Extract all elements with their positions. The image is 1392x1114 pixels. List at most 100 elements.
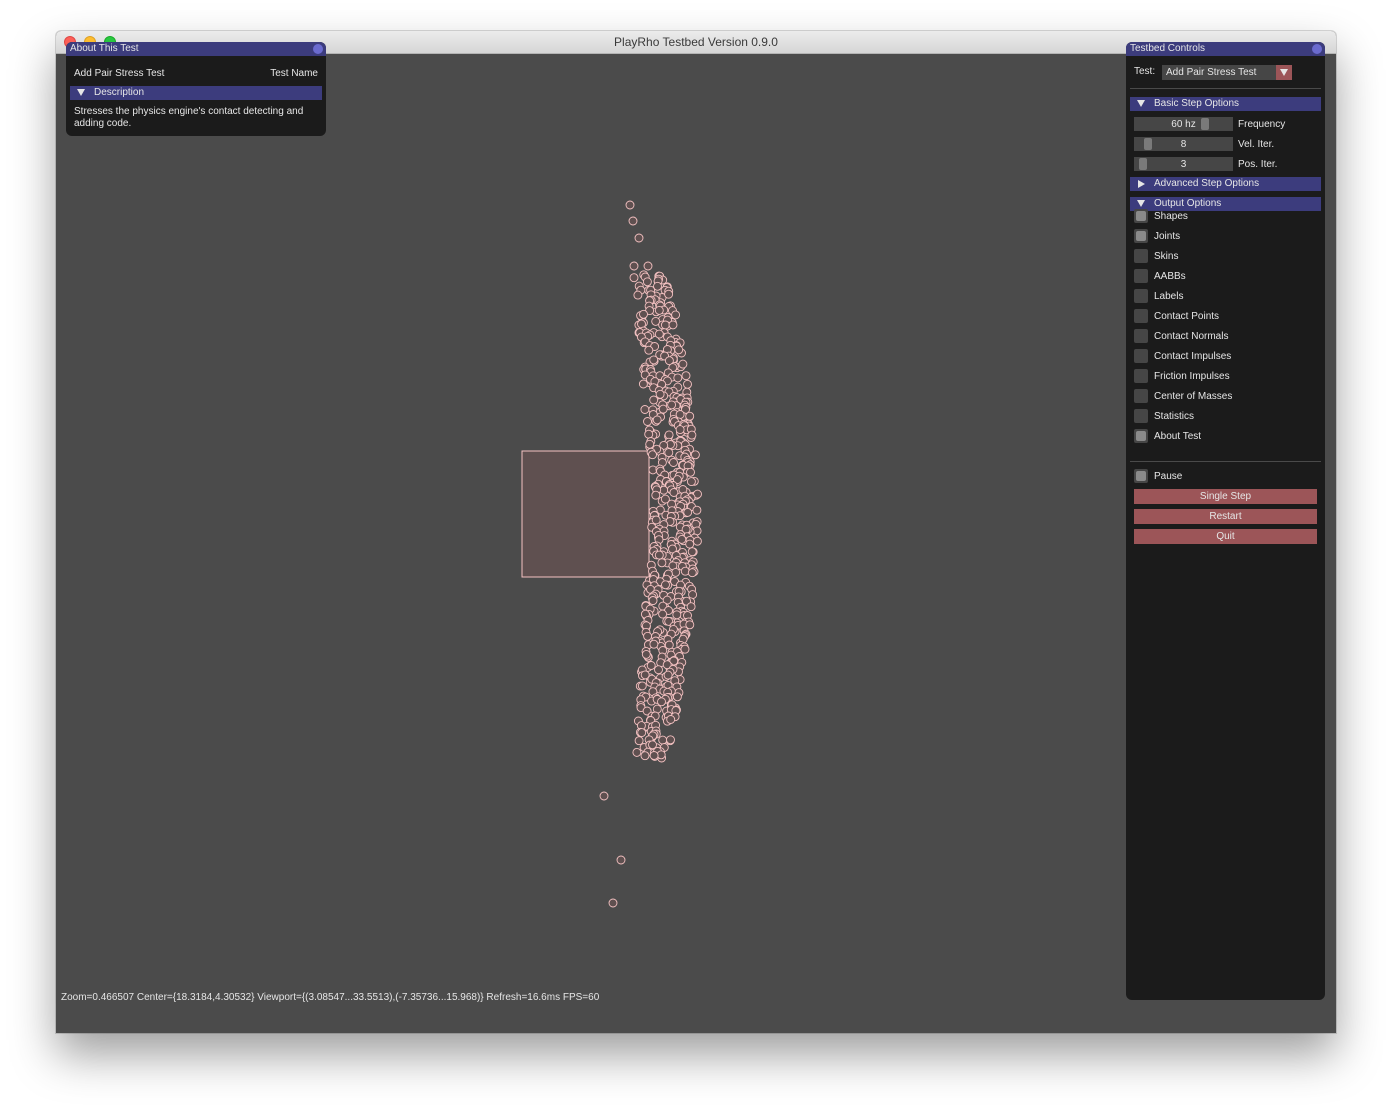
ball: [666, 735, 675, 745]
output-option-label: Skins: [1154, 251, 1179, 262]
ball: [644, 429, 654, 439]
ball: [638, 379, 648, 389]
ball: [652, 415, 662, 425]
ball: [637, 681, 647, 691]
slider-grab[interactable]: [1144, 138, 1152, 150]
about-test-panel: About This Test Add Pair Stress Test Tes…: [66, 42, 326, 136]
ball: [669, 458, 678, 467]
output-option-checkbox[interactable]: [1134, 389, 1148, 403]
ball: [657, 558, 667, 568]
ball: [672, 610, 682, 620]
ball: [629, 261, 639, 271]
advanced-step-options-header[interactable]: Advanced Step Options: [1130, 177, 1321, 191]
ball: [677, 534, 687, 544]
ball: [674, 345, 684, 355]
ball: [654, 329, 664, 339]
ball: [634, 233, 644, 243]
output-option-checkbox[interactable]: [1134, 429, 1148, 443]
ball: [661, 580, 670, 590]
output-option-checkbox[interactable]: [1134, 309, 1148, 323]
output-option-checkbox[interactable]: [1134, 409, 1148, 423]
ball: [683, 507, 693, 517]
about-panel-collapse-button[interactable]: [313, 44, 323, 54]
ball: [632, 747, 642, 757]
output-option-label: Contact Impulses: [1154, 351, 1232, 362]
basic-step-options-header[interactable]: Basic Step Options: [1130, 97, 1321, 111]
restart-button[interactable]: Restart: [1134, 509, 1317, 524]
pos-iter-slider[interactable]: 3: [1134, 157, 1233, 171]
about-panel-title[interactable]: About This Test: [66, 42, 326, 56]
ball: [681, 371, 691, 381]
ball: [649, 395, 659, 405]
ball: [649, 355, 659, 365]
ball: [685, 411, 695, 421]
testbed-controls-panel: Testbed Controls Test: Add Pair Stress T…: [1126, 42, 1325, 1000]
ball: [660, 320, 670, 330]
pos-iter-label: Pos. Iter.: [1238, 159, 1278, 170]
ball: [639, 309, 648, 319]
ball: [671, 567, 681, 577]
output-option-checkbox[interactable]: [1134, 229, 1148, 243]
output-option-checkbox[interactable]: [1134, 209, 1148, 223]
ball: [657, 697, 666, 707]
ball: [651, 515, 661, 525]
ball: [672, 692, 682, 702]
ball: [649, 639, 659, 649]
divider: [1130, 88, 1321, 89]
output-option-checkbox[interactable]: [1134, 329, 1148, 343]
ball: [685, 539, 695, 549]
ball: [664, 640, 674, 650]
ball: [690, 450, 700, 460]
output-option-checkbox[interactable]: [1134, 369, 1148, 383]
ball: [680, 644, 690, 654]
ball: [649, 751, 659, 760]
frequency-slider[interactable]: 60 hz: [1134, 117, 1233, 131]
output-option-label: Shapes: [1154, 211, 1188, 222]
advanced-step-options-label: Advanced Step Options: [1154, 178, 1260, 189]
slider-grab[interactable]: [1201, 118, 1209, 130]
output-options-header[interactable]: Output Options: [1130, 197, 1321, 211]
ball: [686, 477, 696, 487]
ball: [641, 649, 651, 659]
ball: [625, 200, 635, 210]
ball: [692, 505, 702, 515]
dropdown-arrow-icon[interactable]: [1276, 65, 1292, 80]
ball: [646, 661, 656, 670]
test-select[interactable]: Add Pair Stress Test: [1162, 65, 1292, 80]
ball: [683, 379, 692, 389]
ball: [644, 345, 654, 355]
ball: [686, 467, 695, 477]
ball: [608, 898, 618, 908]
test-name-value: Add Pair Stress Test: [74, 68, 165, 79]
controls-panel-collapse-button[interactable]: [1312, 44, 1322, 54]
ball: [648, 596, 658, 606]
ball: [633, 290, 643, 300]
output-option-checkbox[interactable]: [1134, 349, 1148, 363]
ball: [655, 389, 665, 399]
output-option-checkbox[interactable]: [1134, 249, 1148, 263]
vel-iter-slider[interactable]: 8: [1134, 137, 1233, 151]
description-text: Stresses the physics engine's contact de…: [74, 106, 304, 129]
pause-checkbox[interactable]: [1134, 469, 1148, 483]
chevron-down-icon: [1137, 100, 1145, 107]
output-option-checkbox[interactable]: [1134, 289, 1148, 303]
output-option-label: AABBs: [1154, 271, 1186, 282]
test-select-value: Add Pair Stress Test: [1166, 67, 1257, 78]
slider-grab[interactable]: [1139, 158, 1147, 170]
ball: [643, 261, 653, 271]
ball: [673, 373, 683, 383]
ball: [663, 670, 673, 680]
single-step-button[interactable]: Single Step: [1134, 489, 1317, 504]
ball: [658, 735, 668, 745]
output-option-checkbox[interactable]: [1134, 269, 1148, 283]
chevron-down-icon: [77, 89, 85, 96]
ball: [640, 405, 650, 414]
controls-panel-title[interactable]: Testbed Controls: [1126, 42, 1325, 56]
output-option-label: Contact Points: [1154, 311, 1220, 322]
quit-button[interactable]: Quit: [1134, 529, 1317, 544]
ball: [654, 665, 663, 675]
ball: [629, 273, 639, 283]
description-header[interactable]: Description: [70, 86, 322, 100]
frequency-value: 60 hz: [1171, 119, 1196, 130]
ball: [688, 590, 698, 600]
